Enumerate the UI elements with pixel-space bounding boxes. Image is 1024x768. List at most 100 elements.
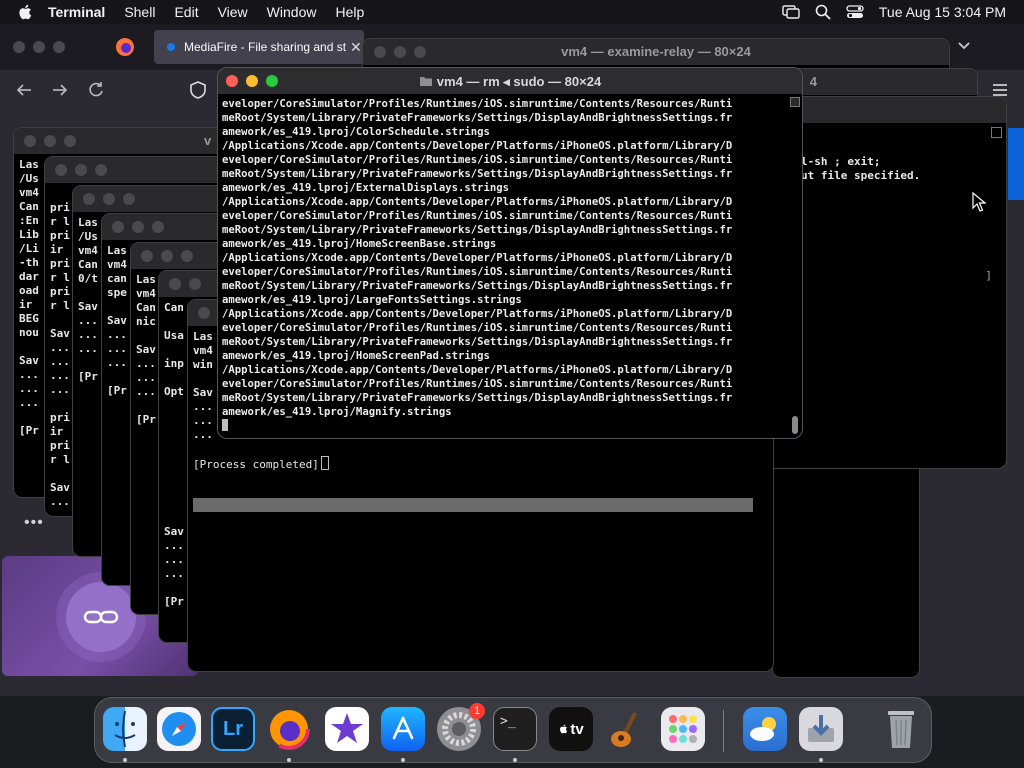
tab-title: MediaFire - File sharing and stor [184, 40, 346, 54]
terminal-line: Sav [107, 314, 127, 327]
terminal-line: /Applications/Xcode.app/Contents/Develop… [222, 308, 733, 320]
close-button[interactable] [169, 278, 181, 290]
scroll-top-icon[interactable] [991, 127, 1002, 138]
terminal-line: eveloper/CoreSimulator/Profiles/Runtimes… [222, 378, 733, 390]
terminal-output[interactable]: eveloper/CoreSimulator/Profiles/Runtimes… [222, 97, 784, 433]
more-dots[interactable]: ••• [24, 514, 44, 532]
terminal-line: Usa [164, 329, 184, 342]
terminal-line: Sav [50, 481, 70, 494]
terminal-line: ... [78, 342, 98, 355]
terminal-line: meRoot/System/Library/PrivateFrameworks/… [222, 112, 733, 124]
tab-mediafire[interactable]: MediaFire - File sharing and stor ✕ [154, 30, 364, 64]
menu-help[interactable]: Help [335, 4, 364, 20]
zoom-button[interactable] [152, 221, 164, 233]
terminal-output: Las vm4 can spe Sav......... [Pr [107, 244, 127, 398]
terminal-line: /Applications/Xcode.app/Contents/Develop… [222, 252, 733, 264]
scrollbar-thumb[interactable] [792, 416, 798, 434]
scroll-top-icon[interactable] [790, 97, 800, 107]
zoom-button[interactable] [181, 250, 193, 262]
firefox-icon[interactable] [267, 707, 311, 751]
terminal-line: Sav [50, 327, 70, 340]
close-button[interactable] [141, 250, 153, 262]
terminal-window-back-3[interactable] [772, 467, 920, 678]
back-icon[interactable] [14, 80, 34, 100]
terminal-line: Sav [19, 354, 39, 367]
minimize-button[interactable] [75, 164, 87, 176]
downloads-icon[interactable] [799, 707, 843, 751]
window-titlebar[interactable]: v [14, 128, 236, 154]
terminal-line: spe [107, 286, 127, 299]
zoom-button[interactable] [64, 135, 76, 147]
close-button[interactable] [24, 135, 36, 147]
search-icon[interactable] [813, 2, 833, 22]
terminal-line: BEG [19, 312, 39, 325]
chevron-down-icon[interactable] [956, 38, 972, 54]
menu-bar-clock[interactable]: Tue Aug 15 3:04 PM [879, 4, 1006, 20]
close-button[interactable] [112, 221, 124, 233]
terminal-line: eveloper/CoreSimulator/Profiles/Runtimes… [222, 266, 733, 278]
close-button[interactable] [83, 193, 95, 205]
minimize-button[interactable] [161, 250, 173, 262]
terminal-line: meRoot/System/Library/PrivateFrameworks/… [222, 168, 733, 180]
guitar-icon[interactable] [605, 707, 649, 751]
minimize-button[interactable] [132, 221, 144, 233]
launchpad-icon[interactable] [661, 707, 705, 751]
close-button[interactable] [55, 164, 67, 176]
running-indicator [819, 758, 823, 762]
zoom-button[interactable] [123, 193, 135, 205]
browser-close-button[interactable] [13, 41, 25, 53]
terminal-icon[interactable]: >_ [493, 707, 537, 751]
tracking-shield-icon[interactable] [188, 80, 208, 100]
terminal-line: win [193, 358, 213, 371]
running-indicator [401, 758, 405, 762]
safari-icon[interactable] [157, 707, 201, 751]
menu-view[interactable]: View [218, 4, 248, 20]
browser-zoom-button[interactable] [53, 41, 65, 53]
firefox-tab-icon[interactable] [114, 36, 136, 58]
window-title: vm4 — rm ◂ sudo — 80×24 [218, 74, 802, 90]
terminal-line: pri [50, 439, 70, 452]
running-indicator [287, 758, 291, 762]
minimize-button[interactable] [189, 278, 201, 290]
imovie-icon[interactable] [325, 707, 369, 751]
zoom-button[interactable] [95, 164, 107, 176]
forward-icon[interactable] [50, 80, 70, 100]
finder-icon[interactable] [103, 707, 147, 751]
control-center-icon[interactable] [845, 2, 865, 22]
app-store-icon[interactable] [381, 707, 425, 751]
tab-close-icon[interactable]: ✕ [350, 39, 362, 56]
apple-menu-icon[interactable] [16, 2, 36, 22]
reload-icon[interactable] [86, 80, 106, 100]
menu-edit[interactable]: Edit [174, 4, 198, 20]
process-completed-text: [Process completed] [193, 456, 329, 472]
terminal-line: Sav [193, 386, 213, 399]
terminal-line: vm4 [78, 244, 98, 257]
menu-app-name[interactable]: Terminal [48, 4, 105, 20]
window-titlebar[interactable] [45, 157, 245, 183]
browser-minimize-button[interactable] [33, 41, 45, 53]
close-button[interactable] [198, 307, 210, 319]
lightroom-icon[interactable]: Lr [211, 707, 255, 751]
terminal-line: :En [19, 214, 39, 227]
screen-mirroring-icon[interactable] [781, 2, 801, 22]
weather-icon[interactable] [743, 707, 787, 751]
terminal-window-rm-sudo[interactable]: vm4 — rm ◂ sudo — 80×24 eveloper/CoreSim… [217, 67, 803, 439]
terminal-line: [Pr [19, 424, 39, 437]
window-titlebar[interactable]: vm4 — examine-relay — 80×24 [363, 39, 949, 65]
menu-shell[interactable]: Shell [124, 4, 155, 20]
menu-window[interactable]: Window [267, 4, 317, 20]
apple-tv-icon[interactable]: tv [549, 707, 593, 751]
minimize-button[interactable] [44, 135, 56, 147]
window-titlebar[interactable]: vm4 — rm ◂ sudo — 80×24 [218, 68, 802, 94]
trash-icon[interactable] [879, 707, 923, 751]
link-circle [66, 582, 136, 652]
terminal-line: ... [78, 314, 98, 327]
gear-icon[interactable]: 1 [437, 703, 485, 751]
minimize-button[interactable] [103, 193, 115, 205]
